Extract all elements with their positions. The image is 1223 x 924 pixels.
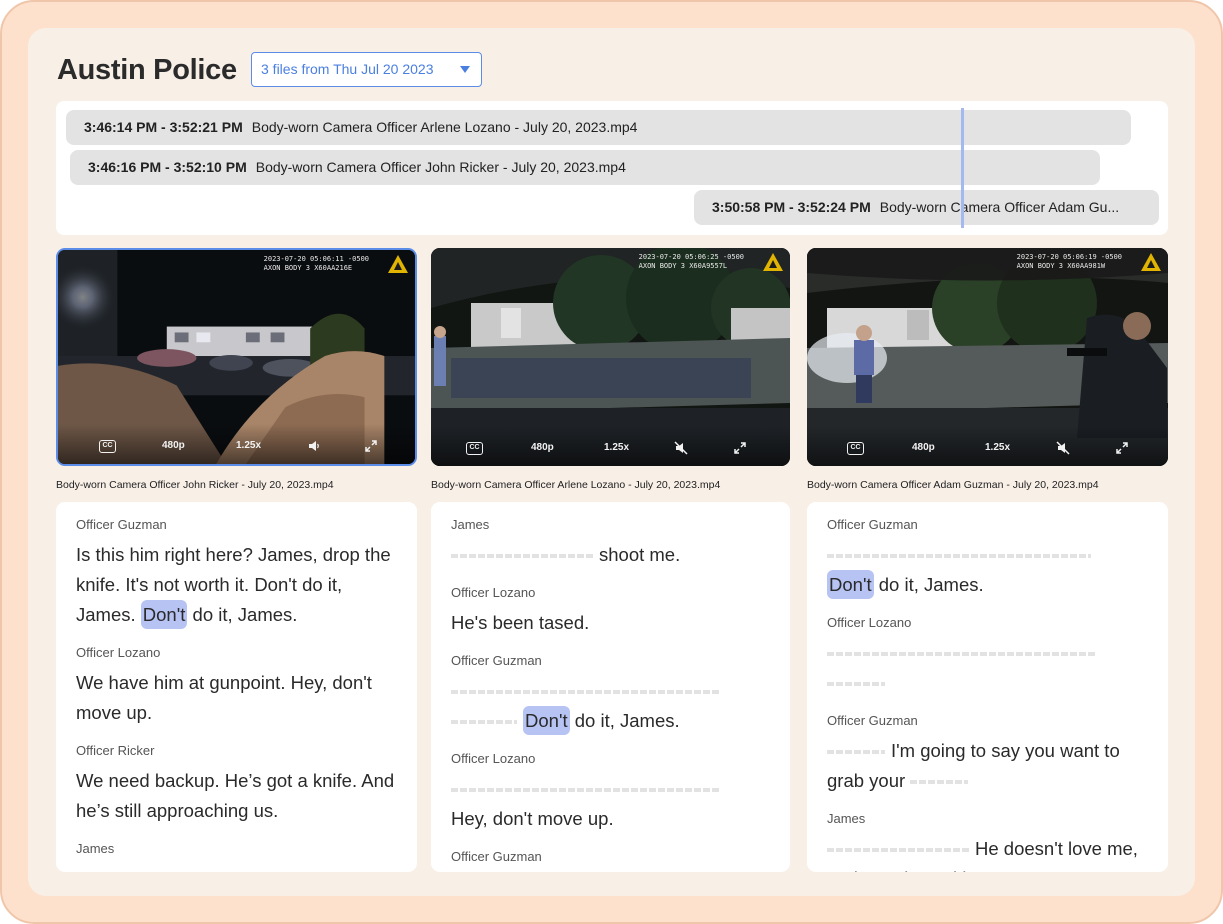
transcript-panel[interactable]: James shoot me. Officer Lozano He's been… [431,502,790,872]
timeline-track[interactable]: 3:46:14 PM - 3:52:21 PM Body-worn Camera … [66,110,1131,145]
speaker-name: Officer Guzman [827,713,918,728]
axon-logo-icon [763,253,783,271]
timestamp-overlay: 2023-07-20 05:06:11 -0500 AXON BODY 3 X6… [263,255,369,272]
timeline-track[interactable]: 3:46:16 PM - 3:52:10 PM Body-worn Camera … [70,150,1100,185]
transcript-line[interactable]: Don't do it, James. [827,540,1148,600]
transcript-panel[interactable]: Officer Guzman Is this him right here? J… [56,502,417,872]
speaker-name: Officer Guzman [827,517,918,532]
fullscreen-icon[interactable] [1115,441,1129,455]
video-file-name: Body-worn Camera Officer John Ricker - J… [56,479,334,491]
speaker-name: Officer Lozano [827,615,912,630]
file-selector-label: 3 files from Thu Jul 20 2023 [261,61,434,77]
track-time-range: 3:46:16 PM - 3:52:10 PM [88,159,247,175]
track-file-name: Body-worn Camera Officer Arlene Lozano -… [251,119,638,135]
closed-captions-icon[interactable]: CC [847,442,864,455]
video-player[interactable]: 2023-07-20 05:06:11 -0500 AXON BODY 3 X6… [56,248,417,466]
inaudible-placeholder [451,554,593,559]
search-highlight[interactable]: Don't [827,570,874,599]
timeline-track[interactable]: 3:50:58 PM - 3:52:24 PM Body-worn Camera … [694,190,1159,225]
file-selector-dropdown[interactable]: 3 files from Thu Jul 20 2023 [251,52,482,87]
transcript-line[interactable]: Is this him right here? James, drop the … [76,540,397,630]
inaudible-placeholder [827,682,885,687]
volume-icon[interactable] [307,439,321,453]
transcript-line[interactable]: Don't do it, James. [451,676,770,736]
speaker-name: Officer Lozano [451,751,536,766]
mute-icon[interactable] [1056,441,1070,455]
inaudible-placeholder [451,720,517,725]
playback-speed[interactable]: 1.25x [985,442,1010,454]
inaudible-placeholder [827,750,885,755]
speaker-name: Officer Lozano [451,585,536,600]
transcript-line[interactable]: He's been tased. [451,608,770,638]
transcript-line[interactable]: shoot me. [451,540,770,570]
chevron-down-icon [460,66,470,73]
fullscreen-icon[interactable] [364,439,378,453]
timeline-playhead[interactable] [961,108,964,228]
closed-captions-icon[interactable]: CC [466,442,483,455]
speaker-name: James [827,811,866,826]
transcript-line[interactable]: He doesn't love me, and you don't either… [827,834,1148,872]
transcript-line[interactable]: We need backup. He’s got a knife. And he… [76,766,397,826]
track-file-name: Body-worn Camera Officer Adam Gu... [879,199,1120,215]
timeline: 3:46:14 PM - 3:52:21 PM Body-worn Camera … [56,101,1168,235]
search-highlight[interactable]: Don't [140,600,188,629]
video-player[interactable]: 2023-07-20 05:06:19 -0500 AXON BODY 3 X6… [807,248,1168,466]
timestamp-overlay: 2023-07-20 05:06:19 -0500 AXON BODY 3 X6… [1016,253,1122,270]
inaudible-placeholder [451,788,719,793]
timestamp-overlay: 2023-07-20 05:06:25 -0500 AXON BODY 3 X6… [638,253,744,270]
quality-selector[interactable]: 480p [912,442,935,454]
speaker-name: Officer Guzman [76,517,167,532]
inaudible-placeholder [827,652,1097,657]
axon-logo-icon [388,255,408,273]
speaker-name: Officer Ricker [76,743,155,758]
playback-speed[interactable]: 1.25x [236,440,261,452]
track-time-range: 3:50:58 PM - 3:52:24 PM [712,199,871,215]
inaudible-placeholder [910,780,969,785]
mute-icon[interactable] [674,441,688,455]
track-file-name: Body-worn Camera Officer John Ricker - J… [255,159,626,175]
quality-selector[interactable]: 480p [531,442,554,454]
transcript-line[interactable]: I'm going to say you want to grab your [827,736,1148,796]
page-title: Austin Police [57,54,237,86]
speaker-name: Officer Guzman [451,849,542,864]
track-time-range: 3:46:14 PM - 3:52:21 PM [84,119,243,135]
quality-selector[interactable]: 480p [162,440,185,452]
search-highlight[interactable]: Don't [523,706,570,735]
speaker-name: James [451,517,490,532]
speaker-name: James [76,841,115,856]
playback-speed[interactable]: 1.25x [604,442,629,454]
transcript-panel[interactable]: Officer Guzman Don't do it, James. Offic… [807,502,1168,872]
inaudible-placeholder [827,848,969,853]
video-file-name: Body-worn Camera Officer Arlene Lozano -… [431,479,721,491]
inaudible-placeholder [827,554,1091,559]
fullscreen-icon[interactable] [733,441,747,455]
closed-captions-icon[interactable]: CC [99,440,116,453]
video-file-name: Body-worn Camera Officer Adam Guzman - J… [807,479,1099,491]
transcript-line[interactable]: We have him at gunpoint. Hey, don't move… [76,668,397,728]
speaker-name: Officer Lozano [76,645,161,660]
transcript-line[interactable] [827,638,1148,698]
speaker-name: Officer Guzman [451,653,542,668]
inaudible-placeholder [451,690,719,695]
transcript-line[interactable]: Hey, don't move up. [451,774,770,834]
axon-logo-icon [1141,253,1161,271]
video-player[interactable]: 2023-07-20 05:06:25 -0500 AXON BODY 3 X6… [431,248,790,466]
